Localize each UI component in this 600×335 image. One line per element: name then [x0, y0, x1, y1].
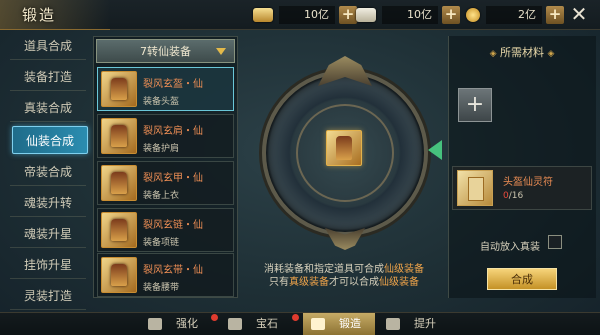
page-title: 锻造	[22, 6, 57, 24]
coin-icon	[466, 8, 480, 22]
equipment-icon	[101, 71, 137, 107]
bottom-tab-gem[interactable]: 宝石	[228, 313, 278, 335]
auto-fill-checkbox[interactable]	[548, 235, 562, 249]
hint-line-2: 只有真级装备才可以合成仙级装备	[269, 277, 419, 288]
auto-fill-label: 自动放入真装	[480, 242, 540, 253]
forge-icon	[311, 318, 325, 330]
tier-dropdown[interactable]: 7转仙装备	[96, 39, 235, 63]
resource-gold-ingot: 10亿 +	[253, 5, 357, 25]
equipment-name: 裂风玄甲・仙	[143, 173, 203, 184]
tab-spirit-forge[interactable]: 灵装打造	[10, 282, 86, 310]
tab-equipment-forge[interactable]: 装备打造	[10, 63, 86, 91]
silver-ingot-icon	[356, 8, 376, 22]
arrow-left-icon	[428, 140, 442, 160]
close-icon: ✕	[570, 2, 588, 26]
equipment-type: 装备项链	[143, 238, 180, 248]
materials-title: ◈ 所需材料 ◈	[489, 46, 555, 59]
resource-value: 10亿	[382, 6, 438, 24]
bottom-nav	[0, 312, 600, 335]
bottom-tab-forge[interactable]: 锻造	[303, 313, 375, 335]
add-silver-ingot-button[interactable]: +	[442, 6, 460, 24]
left-tab-list: 道具合成 装备打造 真装合成 仙装合成 帝装合成 魂装升转 魂装升星 挂饰升星 …	[0, 32, 92, 312]
equipment-item[interactable]: 裂风玄链・仙 装备项链	[97, 208, 234, 252]
target-equipment-slot[interactable]	[326, 130, 362, 166]
equipment-type: 装备腰带	[143, 283, 180, 293]
tab-soul-star[interactable]: 魂装升星	[10, 220, 86, 248]
tab-emperor-equipment[interactable]: 帝装合成	[10, 158, 86, 186]
equipment-icon	[101, 118, 137, 154]
hint-line-1: 消耗装备和指定道具可合成仙级装备	[264, 264, 424, 275]
synthesis-hint: 消耗装备和指定道具可合成仙级装备 只有真级装备才可以合成仙级装备	[244, 263, 444, 289]
material-name: 头盔仙灵符	[503, 177, 553, 188]
gem-icon	[228, 318, 242, 330]
craft-button[interactable]: 合成	[487, 268, 557, 290]
add-coin-button[interactable]: +	[546, 6, 564, 24]
add-material-button[interactable]: +	[458, 88, 492, 122]
tab-soul-transfer[interactable]: 魂装升转	[10, 189, 86, 217]
resource-value: 10亿	[279, 6, 335, 24]
equipment-name: 裂风玄盔・仙	[143, 79, 203, 90]
equipment-name: 裂风玄带・仙	[143, 265, 203, 276]
equipment-item[interactable]: 裂风玄带・仙 装备腰带	[97, 253, 234, 297]
close-button[interactable]: ✕	[568, 3, 590, 25]
upgrade-icon	[386, 318, 400, 330]
diamond-icon: ◈	[547, 49, 555, 59]
notification-dot	[292, 314, 299, 321]
dropdown-label: 7转仙装备	[140, 45, 191, 58]
gold-ingot-icon	[253, 8, 273, 22]
equipment-type: 装备上衣	[143, 191, 180, 201]
enhance-icon	[148, 318, 162, 330]
equipment-icon	[101, 165, 137, 201]
chevron-down-icon	[216, 48, 226, 55]
resource-coin: 2亿 +	[466, 5, 564, 25]
equipment-type: 装备护肩	[143, 144, 180, 154]
equipment-name: 裂风玄肩・仙	[143, 126, 203, 137]
tab-pendant-star[interactable]: 挂饰升星	[10, 251, 86, 279]
material-row[interactable]: 头盔仙灵符 0/16	[452, 166, 592, 210]
add-gold-ingot-button[interactable]: +	[339, 6, 357, 24]
equipment-icon	[101, 257, 137, 293]
equipment-type: 装备头盔	[143, 97, 180, 107]
bottom-tab-upgrade[interactable]: 提升	[386, 313, 436, 335]
equipment-name: 裂风玄链・仙	[143, 220, 203, 231]
equipment-list-panel: 7转仙装备 裂风玄盔・仙 装备头盔 裂风玄肩・仙 装备护肩 裂风玄甲・仙 装备上…	[93, 36, 238, 298]
tab-immortal-equipment[interactable]: 仙装合成	[12, 126, 88, 154]
equipment-icon	[101, 212, 137, 248]
bottom-tab-enhance[interactable]: 强化	[148, 313, 198, 335]
tab-item-synthesis[interactable]: 道具合成	[10, 32, 86, 60]
resource-silver-ingot: 10亿 +	[356, 5, 460, 25]
top-bar: 锻造 10亿 + 10亿 + 2亿 + ✕	[0, 0, 600, 30]
equipment-item[interactable]: 裂风玄甲・仙 装备上衣	[97, 161, 234, 205]
equipment-item[interactable]: 裂风玄盔・仙 装备头盔	[97, 67, 234, 111]
equipment-item[interactable]: 裂风玄肩・仙 装备护肩	[97, 114, 234, 158]
diamond-icon: ◈	[489, 49, 497, 59]
notification-dot	[211, 314, 218, 321]
talisman-icon	[457, 170, 493, 206]
resource-value: 2亿	[486, 6, 542, 24]
material-count: 0/16	[503, 191, 524, 201]
tab-true-equipment[interactable]: 真装合成	[10, 94, 86, 122]
